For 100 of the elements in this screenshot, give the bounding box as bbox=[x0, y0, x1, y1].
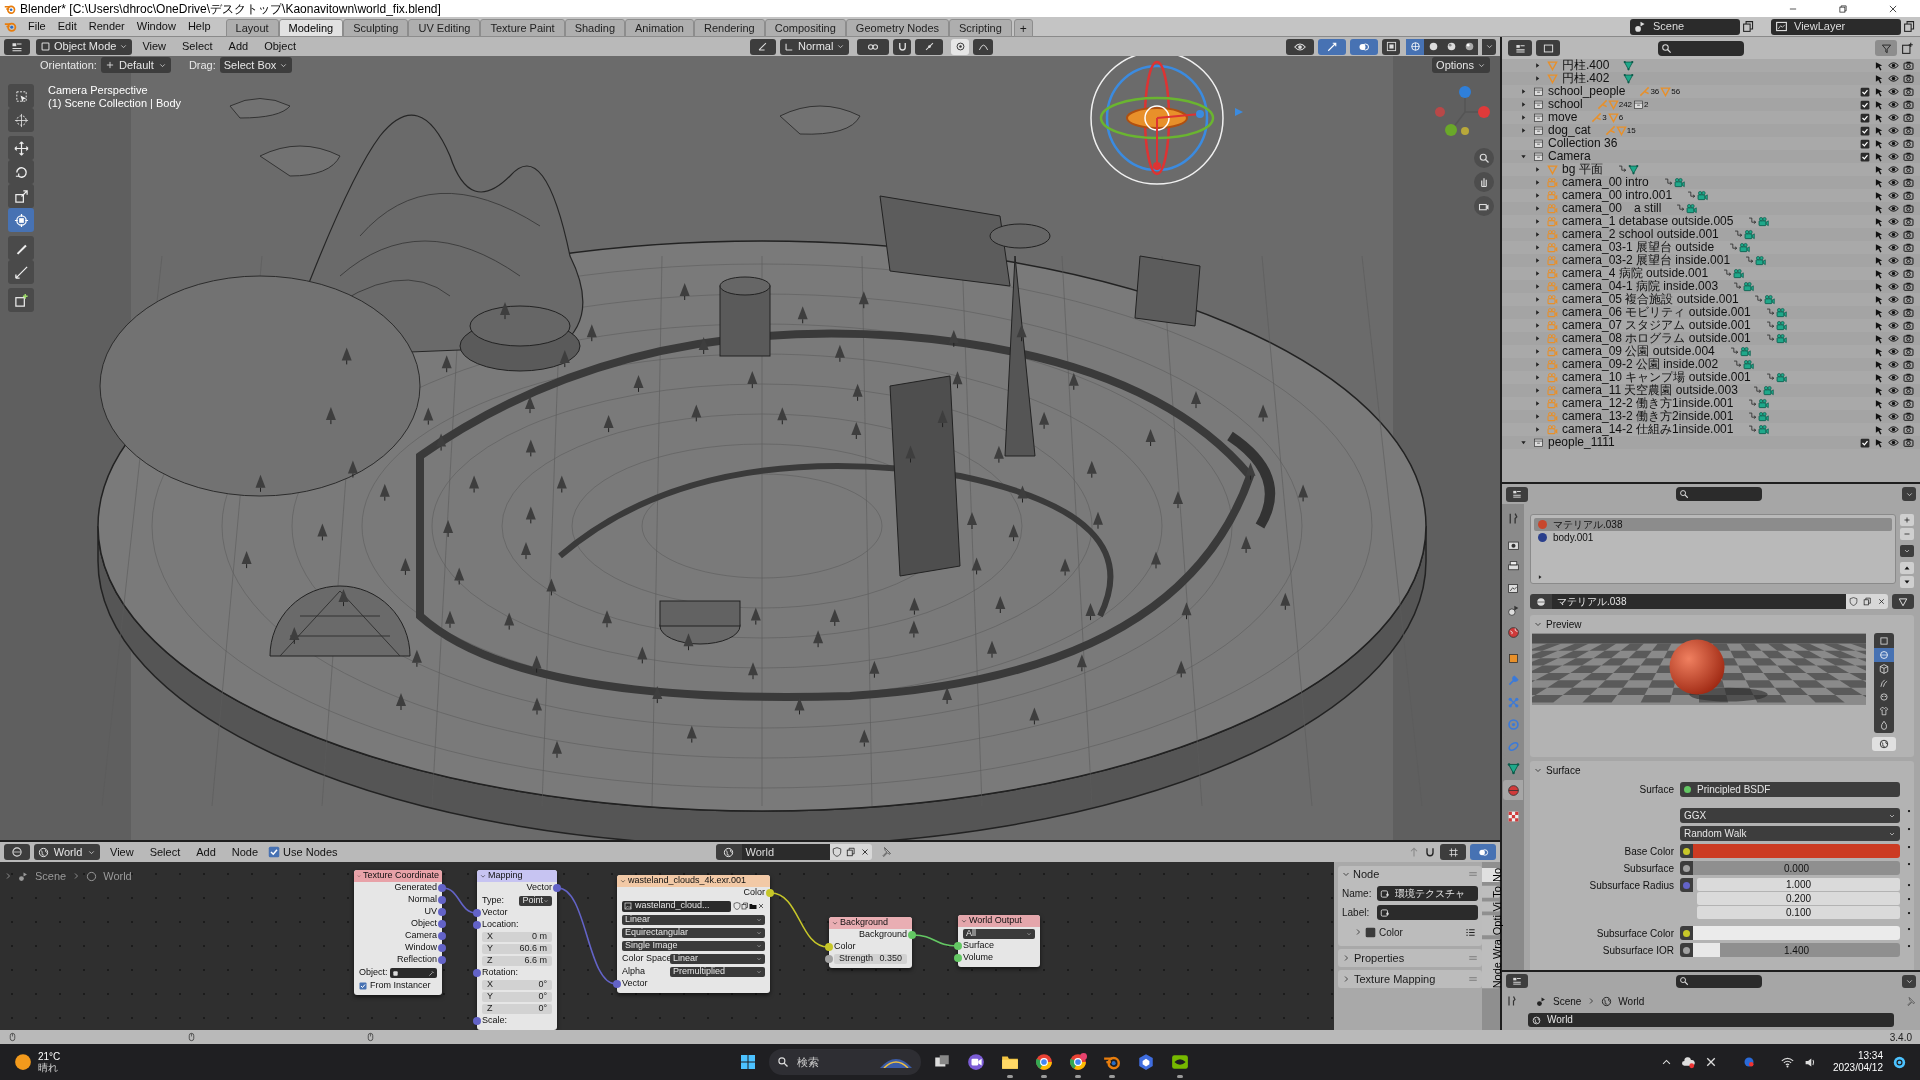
dropdown[interactable]: Single Image bbox=[622, 940, 765, 951]
child-count: 6 bbox=[1618, 112, 1624, 124]
item-name: bg 平面 bbox=[1562, 163, 1603, 176]
panel-title: Texture Mapping bbox=[1354, 971, 1436, 987]
field-value: 6.6 m bbox=[524, 954, 547, 968]
item-name: camera_1 detabase outside.005 bbox=[1562, 215, 1734, 228]
dropdown[interactable]: Point bbox=[519, 895, 552, 906]
view-layer-selector[interactable]: ViewLayer bbox=[1771, 18, 1901, 35]
field-value: 1.400 bbox=[1784, 943, 1809, 957]
image-field[interactable]: wasteland_cloud... bbox=[622, 900, 731, 912]
material-name-field[interactable]: マテリアル.038 bbox=[1552, 594, 1846, 609]
item-name: camera_09 公園 outside.004 bbox=[1562, 345, 1715, 358]
options-dropdown[interactable]: Options bbox=[1432, 57, 1490, 73]
workspace-tab[interactable]: Geometry Nodes bbox=[845, 18, 949, 37]
socket-label: Location: bbox=[482, 918, 519, 932]
socket-label: Reflection bbox=[396, 953, 437, 967]
number-field[interactable]: 1.000 bbox=[1697, 878, 1900, 891]
menu-item[interactable]: Edit bbox=[52, 18, 82, 35]
menu-item[interactable]: Add bbox=[222, 38, 255, 55]
number-field[interactable]: 0.100 bbox=[1697, 906, 1900, 919]
menu-item[interactable]: Select bbox=[176, 38, 219, 55]
workspace-tab[interactable]: Rendering bbox=[693, 18, 765, 37]
workspace-tab[interactable]: Modeling bbox=[278, 18, 344, 37]
taskbar-search-field[interactable]: 検索 bbox=[769, 1049, 921, 1075]
pivot-dropdown[interactable]: Normal bbox=[780, 38, 850, 55]
dropdown-value: GGX bbox=[1684, 809, 1707, 823]
item-name: school_people bbox=[1548, 85, 1626, 98]
workspace-tab[interactable]: Texture Paint bbox=[480, 18, 565, 37]
number-field[interactable]: Z 6.6 m bbox=[482, 956, 552, 966]
text-field[interactable]: 環境テクスチャ bbox=[1377, 886, 1478, 901]
item-name: camera_14-2 仕組み1inside.001 bbox=[1562, 423, 1734, 436]
panel-title: Preview bbox=[1546, 617, 1582, 632]
shader-dropdown[interactable]: Principled BSDF bbox=[1680, 782, 1900, 797]
drag-dropdown[interactable]: Select Box bbox=[219, 57, 293, 73]
sidebar-tab[interactable]: No bbox=[1482, 868, 1500, 883]
socket-label: Window bbox=[405, 941, 437, 955]
field-value: 0° bbox=[538, 1002, 547, 1016]
workspace-tab[interactable]: UV Editing bbox=[408, 18, 481, 37]
mode-dropdown[interactable]: Object Mode bbox=[36, 38, 133, 55]
field-label: Type: bbox=[482, 893, 505, 907]
scene-selector[interactable]: Scene bbox=[1630, 18, 1740, 35]
slider-field[interactable]: 0.000 bbox=[1693, 861, 1900, 875]
field-label: Subsurface IOR bbox=[1602, 943, 1674, 958]
menu-item[interactable]: Render bbox=[83, 18, 130, 35]
collapsed-panel[interactable]: Properties bbox=[1338, 949, 1482, 967]
menu-item[interactable]: View bbox=[104, 843, 140, 861]
workspace-tab[interactable]: Shading bbox=[564, 18, 626, 37]
dropdown[interactable]: Premultiplied bbox=[670, 966, 765, 977]
breadcrumb-item: World bbox=[1618, 994, 1645, 1009]
dropdown[interactable]: Linear bbox=[622, 914, 765, 925]
slider-field[interactable]: 1.400 bbox=[1693, 943, 1900, 957]
workspace-tab[interactable]: Layout bbox=[225, 18, 279, 37]
dropdown[interactable]: Equirectangular bbox=[622, 927, 765, 938]
number-field[interactable]: X 0 m bbox=[482, 932, 552, 942]
item-name: camera_04-1 病院 inside.003 bbox=[1562, 280, 1719, 293]
workspace-tab[interactable]: Sculpting bbox=[343, 18, 409, 37]
menu-item[interactable]: File bbox=[23, 18, 51, 35]
sidebar-tab[interactable]: Node Wra bbox=[1482, 939, 1500, 989]
workspace-tab[interactable]: Compositing bbox=[764, 18, 846, 37]
number-field[interactable]: Z 0° bbox=[482, 1004, 552, 1014]
panel-title: Properties bbox=[1354, 950, 1405, 966]
number-field[interactable]: 0.200 bbox=[1697, 892, 1900, 905]
dropdown[interactable]: Random Walk bbox=[1680, 826, 1900, 841]
material-slot[interactable]: マテリアル.038 bbox=[1534, 518, 1892, 531]
window-title: Blender* [C:\Users\dhroc\OneDrive\デスクトップ\Kaonavitown\world_fix.blend] bbox=[20, 0, 441, 18]
sidebar-tab[interactable]: To bbox=[1482, 886, 1500, 898]
workspace-tab[interactable]: Animation bbox=[625, 18, 694, 37]
menu-item[interactable]: Object bbox=[258, 38, 302, 55]
menu-item[interactable]: Node bbox=[225, 843, 265, 861]
sidebar-tab[interactable]: Vi bbox=[1482, 901, 1500, 912]
orientation-dropdown[interactable]: Default bbox=[100, 57, 171, 73]
menu-item[interactable]: Add bbox=[190, 843, 222, 861]
workspace-tab[interactable]: Scripting bbox=[949, 18, 1012, 37]
shader-type-dropdown[interactable]: World bbox=[34, 844, 100, 860]
child-count: 242 bbox=[1618, 99, 1633, 111]
socket-label: Rotation: bbox=[482, 966, 519, 980]
add-workspace-button[interactable]: + bbox=[1013, 18, 1033, 37]
field-label: Alpha bbox=[622, 964, 647, 978]
number-field[interactable]: Y 60.6 m bbox=[482, 944, 552, 954]
number-field[interactable]: Strength 0.350 bbox=[834, 954, 907, 964]
dropdown-value: Linear bbox=[625, 912, 651, 926]
menu-item[interactable]: Select bbox=[143, 843, 187, 861]
menu-item[interactable]: Window bbox=[131, 18, 181, 35]
dropdown[interactable]: Linear bbox=[670, 953, 765, 964]
dropdown[interactable]: GGX bbox=[1680, 808, 1900, 823]
material-slot[interactable]: body.001 bbox=[1534, 531, 1892, 544]
panel-title: Node bbox=[1353, 866, 1380, 882]
world-name-field[interactable]: World bbox=[1528, 1013, 1894, 1027]
dropdown[interactable]: All bbox=[963, 928, 1035, 939]
collapsed-panel[interactable]: Texture Mapping bbox=[1338, 970, 1482, 988]
field-value: 0.350 bbox=[879, 952, 902, 966]
material-slot-name: マテリアル.038 bbox=[1553, 518, 1623, 532]
menu-item[interactable]: Help bbox=[182, 18, 216, 35]
number-field[interactable]: Y 0° bbox=[482, 992, 552, 1002]
menu-item[interactable]: View bbox=[136, 38, 173, 55]
field-label: Object: bbox=[359, 966, 388, 980]
world-name-field[interactable]: World bbox=[741, 844, 830, 860]
field-label: Surface bbox=[1639, 782, 1674, 797]
number-field[interactable]: X 0° bbox=[482, 980, 552, 990]
weather-widget[interactable]: 21°C 晴れ bbox=[14, 1051, 61, 1073]
